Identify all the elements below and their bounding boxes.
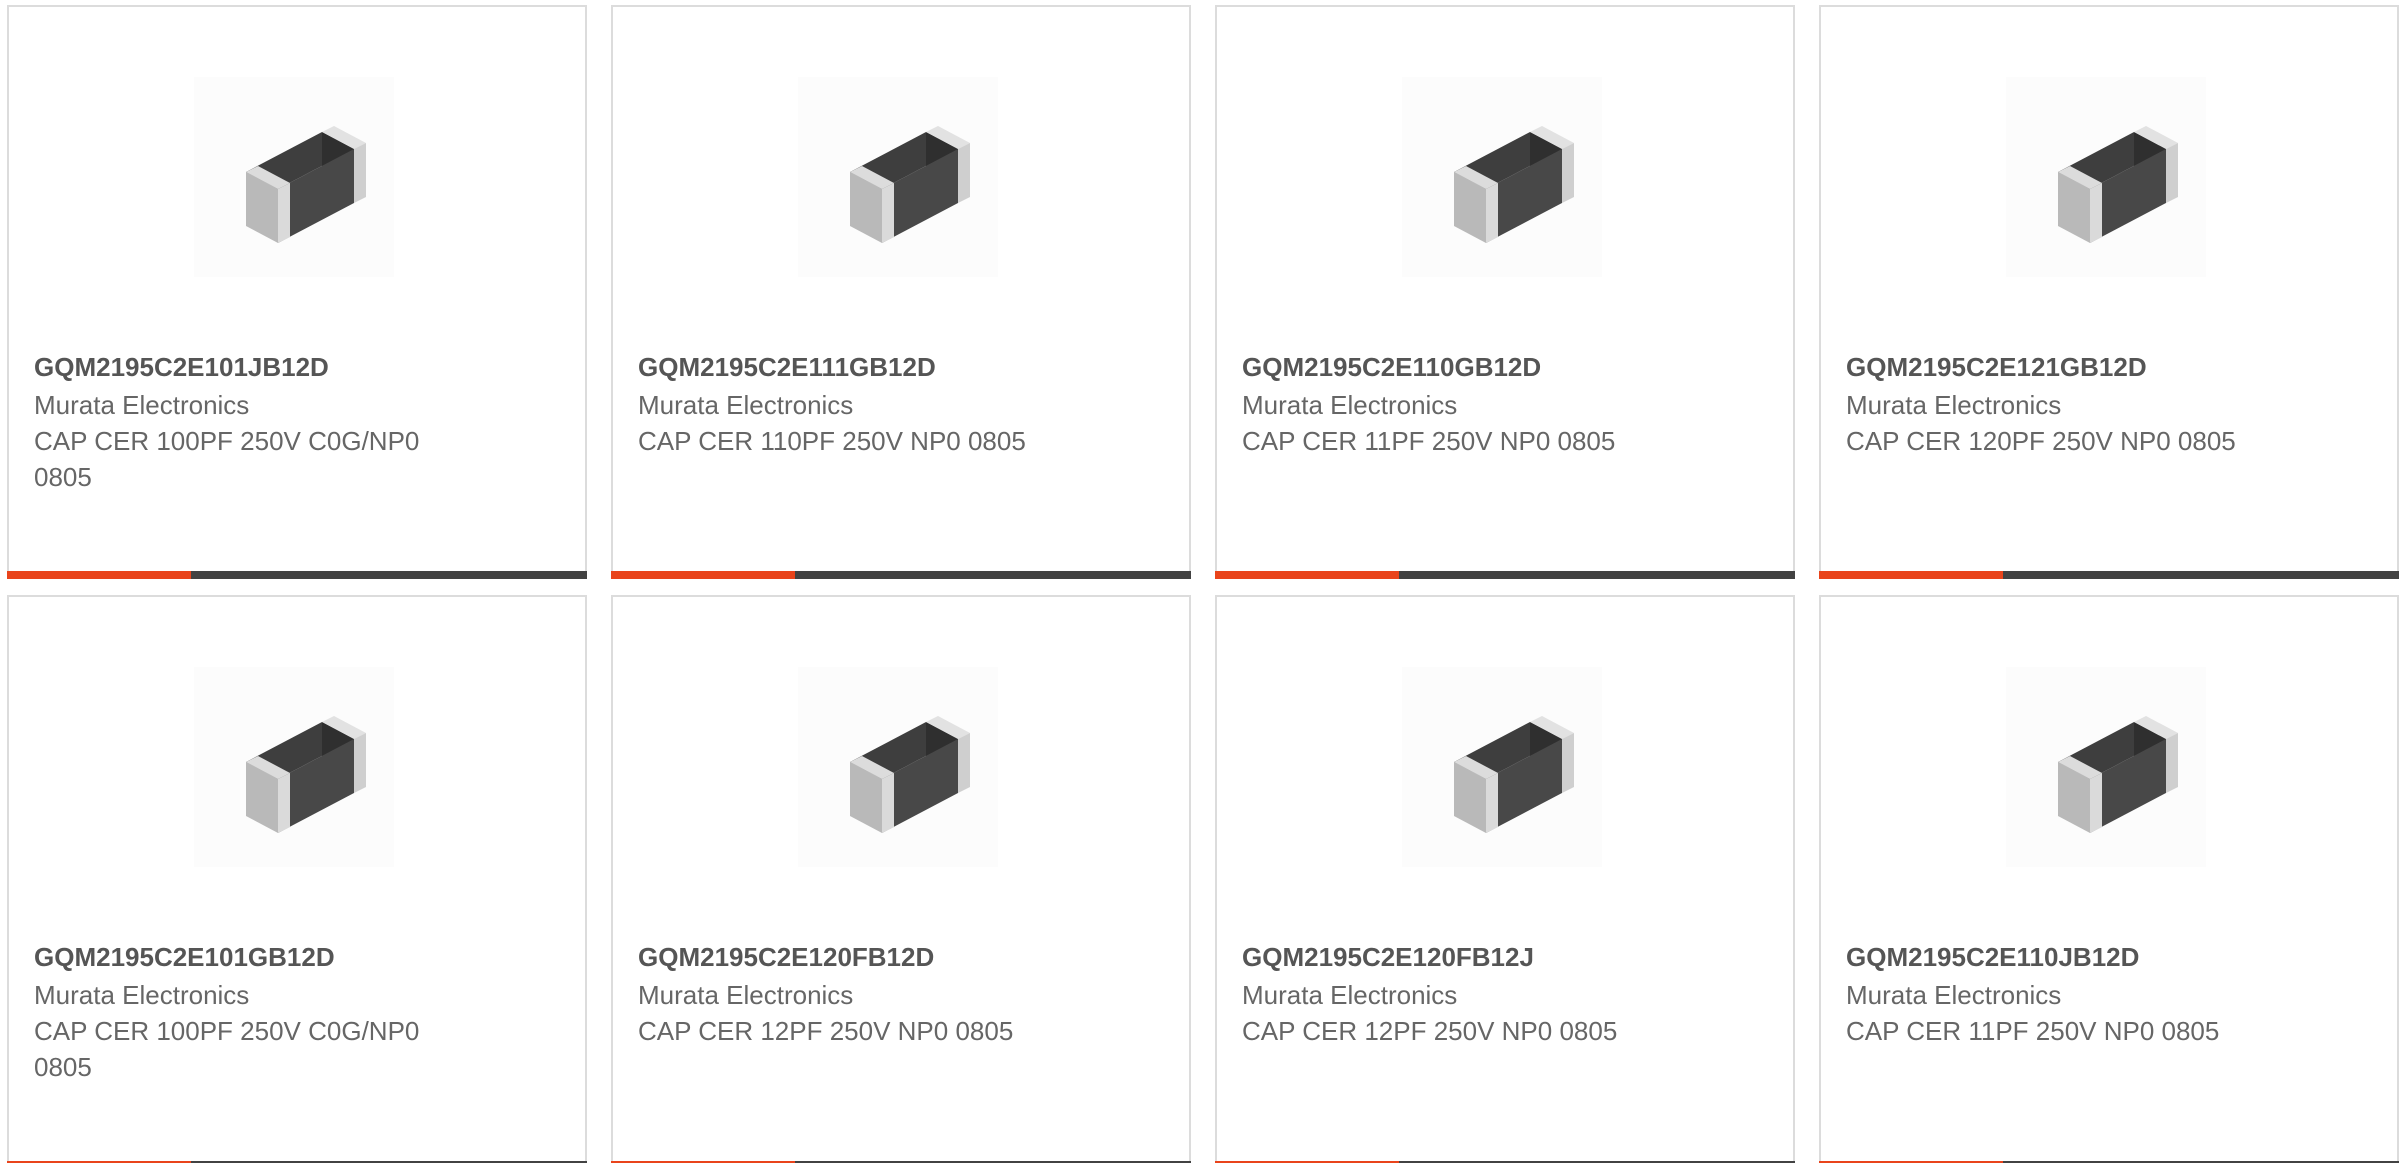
- manufacturer: Murata Electronics: [638, 390, 854, 420]
- ceramic-chip-capacitor-icon[interactable]: [2006, 667, 2206, 867]
- description: CAP CER 100PF 250V C0G/NP0 0805: [34, 426, 420, 492]
- card-bottom-bar: [611, 571, 1191, 579]
- description: CAP CER 12PF 250V NP0 0805: [1242, 1016, 1618, 1046]
- part-number[interactable]: GQM2195C2E110JB12D: [1846, 940, 2139, 974]
- ceramic-chip-capacitor-icon[interactable]: [1402, 77, 1602, 277]
- part-number[interactable]: GQM2195C2E111GB12D: [638, 350, 936, 384]
- product-card[interactable]: GQM2195C2E121GB12D Murata Electronics CA…: [1819, 5, 2399, 579]
- ceramic-chip-capacitor-icon[interactable]: [798, 667, 998, 867]
- product-card[interactable]: GQM2195C2E110GB12D Murata Electronics CA…: [1215, 5, 1795, 579]
- product-card[interactable]: GQM2195C2E101GB12D Murata Electronics CA…: [7, 595, 587, 1163]
- manufacturer: Murata Electronics: [1846, 980, 2062, 1010]
- card-accent-bar: [1819, 571, 2003, 579]
- ceramic-chip-capacitor-icon[interactable]: [194, 667, 394, 867]
- ceramic-chip-capacitor-icon[interactable]: [2006, 77, 2206, 277]
- card-bottom-bar: [1819, 571, 2399, 579]
- description: CAP CER 11PF 250V NP0 0805: [1846, 1016, 2220, 1046]
- part-number[interactable]: GQM2195C2E120FB12D: [638, 940, 934, 974]
- manufacturer: Murata Electronics: [638, 980, 854, 1010]
- product-card[interactable]: GQM2195C2E120FB12J Murata Electronics CA…: [1215, 595, 1795, 1163]
- product-card[interactable]: GQM2195C2E110JB12D Murata Electronics CA…: [1819, 595, 2399, 1163]
- description: CAP CER 11PF 250V NP0 0805: [1242, 426, 1616, 456]
- manufacturer: Murata Electronics: [1242, 390, 1458, 420]
- manufacturer: Murata Electronics: [34, 980, 250, 1010]
- product-card[interactable]: GQM2195C2E111GB12D Murata Electronics CA…: [611, 5, 1191, 579]
- part-number[interactable]: GQM2195C2E101GB12D: [34, 940, 335, 974]
- product-card[interactable]: GQM2195C2E101JB12D Murata Electronics CA…: [7, 5, 587, 579]
- manufacturer: Murata Electronics: [1846, 390, 2062, 420]
- part-number[interactable]: GQM2195C2E121GB12D: [1846, 350, 2147, 384]
- product-card[interactable]: GQM2195C2E120FB12D Murata Electronics CA…: [611, 595, 1191, 1163]
- card-bottom-bar: [1215, 571, 1795, 579]
- part-number[interactable]: GQM2195C2E120FB12J: [1242, 940, 1534, 974]
- part-number[interactable]: GQM2195C2E101JB12D: [34, 350, 329, 384]
- description: CAP CER 120PF 250V NP0 0805: [1846, 426, 2236, 456]
- ceramic-chip-capacitor-icon[interactable]: [798, 77, 998, 277]
- manufacturer: Murata Electronics: [1242, 980, 1458, 1010]
- card-accent-bar: [7, 571, 191, 579]
- card-accent-bar: [1215, 571, 1399, 579]
- ceramic-chip-capacitor-icon[interactable]: [1402, 667, 1602, 867]
- card-bottom-bar: [7, 571, 587, 579]
- card-accent-bar: [611, 571, 795, 579]
- ceramic-chip-capacitor-icon[interactable]: [194, 77, 394, 277]
- description: CAP CER 12PF 250V NP0 0805: [638, 1016, 1014, 1046]
- description: CAP CER 110PF 250V NP0 0805: [638, 426, 1026, 456]
- part-number[interactable]: GQM2195C2E110GB12D: [1242, 350, 1541, 384]
- manufacturer: Murata Electronics: [34, 390, 250, 420]
- description: CAP CER 100PF 250V C0G/NP0 0805: [34, 1016, 420, 1082]
- product-grid: GQM2195C2E101JB12D Murata Electronics CA…: [0, 0, 2400, 1163]
